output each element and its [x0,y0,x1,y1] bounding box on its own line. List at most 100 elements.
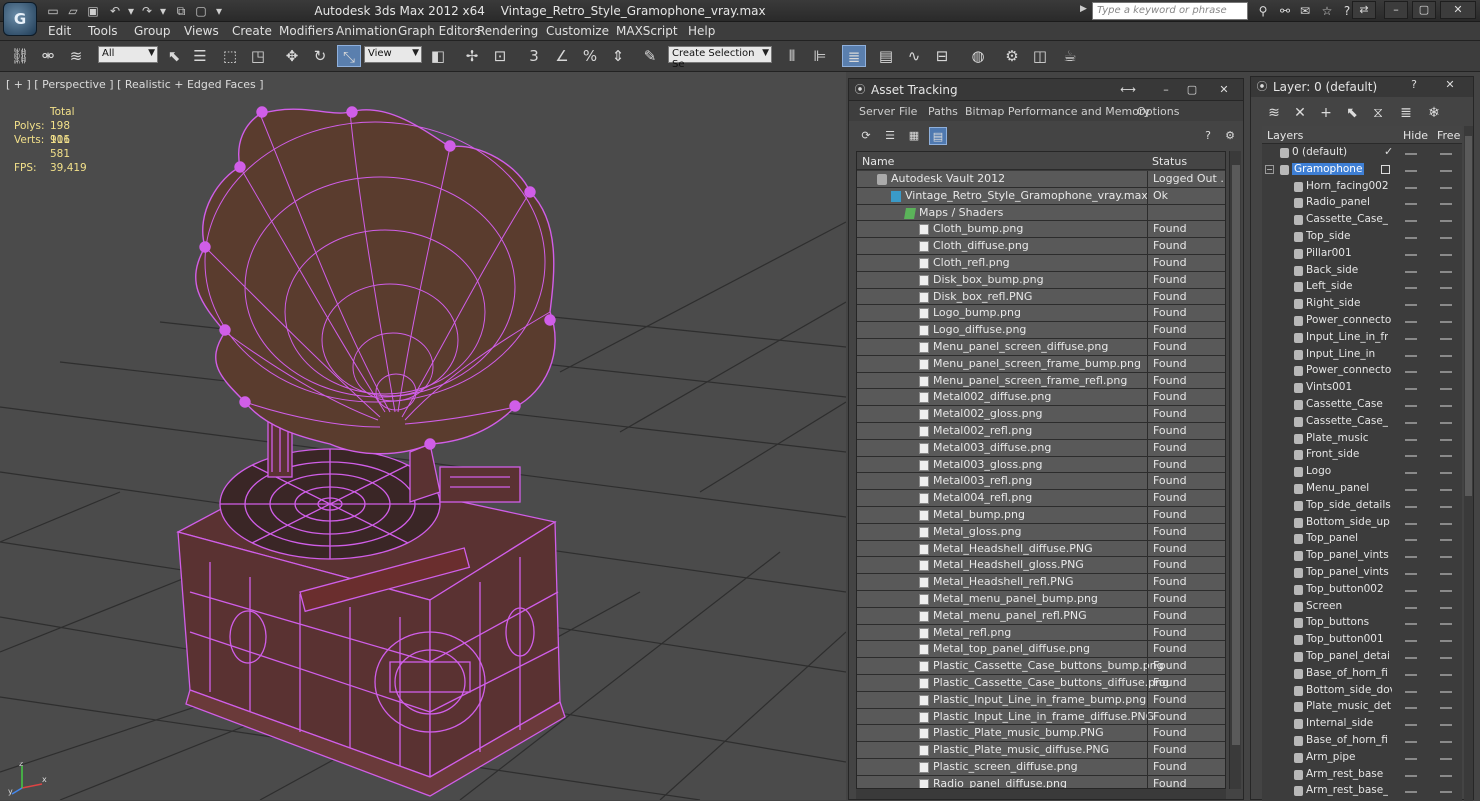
hide-toggle[interactable] [1405,421,1417,424]
freeze-toggle[interactable] [1440,673,1452,676]
asset-row[interactable]: Radio_panel_diffuse.png Found [857,775,1225,788]
scale-icon[interactable]: ⤡ [337,45,361,67]
asset-row[interactable]: Metal_gloss.png Found [857,523,1225,541]
hide-toggle[interactable] [1405,203,1417,206]
reference-coordinate-dropdown[interactable]: View ▼ [364,46,422,63]
close-button[interactable]: ✕ [1440,1,1476,19]
hide-toggle[interactable] [1405,253,1417,256]
spinner-snap-icon[interactable]: ⇕ [606,45,630,67]
hide-toggle[interactable] [1405,304,1417,307]
asset-row[interactable]: Logo_bump.png Found [857,305,1225,323]
layer-manager-titlebar[interactable]: ⦿ Layer: 0 (default) ? ✕ [1251,77,1473,97]
hide-toggle[interactable] [1405,388,1417,391]
column-layers-header[interactable]: Layers [1267,129,1303,142]
layer-item[interactable]: Arm_rest_base [1262,767,1462,784]
layer-item[interactable]: Base_of_horn_fi [1262,666,1462,683]
layer-item[interactable]: Back_side [1262,263,1462,280]
asset-menu-options[interactable]: Options [1137,105,1179,118]
column-hide-header[interactable]: Hide [1403,129,1428,142]
asset-minimize-button[interactable]: – [1157,81,1175,99]
freeze-toggle[interactable] [1440,522,1452,525]
hide-toggle[interactable] [1405,573,1417,575]
bind-space-warp-icon[interactable]: ≋ [64,45,88,67]
hide-toggle[interactable] [1405,640,1417,643]
asset-row[interactable]: Metal_Headshell_gloss.PNG Found [857,557,1225,575]
hide-toggle[interactable] [1405,337,1417,340]
hide-toggle[interactable] [1405,741,1417,743]
render-production-icon[interactable]: ☕ [1058,45,1082,67]
freeze-toggle[interactable] [1440,321,1452,323]
layer-manager-icon[interactable]: ≣ [842,45,866,67]
minimize-button[interactable]: – [1384,1,1408,19]
schematic-view-icon[interactable]: ⊟ [930,45,954,67]
angle-snap-icon[interactable]: ∠ [550,45,574,67]
menu-help[interactable]: Help [688,24,715,38]
asset-row[interactable]: Metal_refl.png Found [857,624,1225,642]
hide-toggle[interactable] [1405,153,1417,155]
hide-toggle[interactable] [1405,673,1417,676]
layer-item[interactable]: Plate_music_det [1262,699,1462,716]
selection-filter-dropdown[interactable]: All ▼ [98,46,158,63]
freeze-toggle[interactable] [1440,556,1452,559]
layer-item[interactable]: Arm_pipe [1262,750,1462,767]
render-setup-icon[interactable]: ⚙ [1000,45,1024,67]
freeze-toggle[interactable] [1440,354,1452,357]
freeze-toggle[interactable] [1440,707,1452,710]
layer-item[interactable]: Vints001 [1262,380,1462,397]
asset-row[interactable]: Disk_box_bump.png Found [857,271,1225,289]
layer-item[interactable]: Internal_side [1262,716,1462,733]
hide-toggle[interactable] [1405,455,1417,458]
freeze-toggle[interactable] [1440,304,1452,307]
layer-item[interactable]: Power_connecto [1262,313,1462,330]
menu-views[interactable]: Views [184,24,219,38]
layer-item[interactable]: Plate_music [1262,431,1462,448]
freeze-toggle[interactable] [1440,220,1452,223]
refresh-icon[interactable]: ⟳ [857,127,875,145]
create-layer-icon[interactable]: ≋ [1263,103,1285,123]
set-current-layer-icon[interactable] [1381,164,1390,174]
search-expand-icon[interactable]: ▶ [1080,4,1090,18]
asset-row[interactable]: Menu_panel_screen_diffuse.png Found [857,339,1225,356]
freeze-toggle[interactable] [1440,253,1452,256]
column-name-header[interactable]: Name [862,155,894,168]
app-logo-icon[interactable]: G [3,2,37,36]
freeze-toggle[interactable] [1440,640,1452,643]
menu-graph-editors[interactable]: Graph Editors [398,24,480,38]
hide-toggle[interactable] [1405,489,1417,491]
layer-item[interactable]: Pillar001 [1262,246,1462,263]
hide-toggle[interactable] [1405,287,1417,290]
layer-item[interactable]: 0 (default) ✓ [1262,145,1462,162]
favorites-star-icon[interactable]: ☆ [1318,3,1336,19]
freeze-toggle[interactable] [1440,539,1452,542]
freeze-toggle[interactable] [1440,388,1452,391]
layer-item[interactable]: Cassette_Case_ [1262,414,1462,431]
asset-options-icon[interactable]: ⚙ [1221,127,1239,145]
freeze-toggle[interactable] [1440,237,1452,239]
asset-vertical-scrollbar[interactable] [1229,151,1241,789]
freeze-toggle[interactable] [1440,270,1452,273]
freeze-toggle[interactable] [1440,438,1452,441]
layer-item[interactable]: Top_buttons [1262,615,1462,632]
layer-item[interactable]: Bottom_side_dov [1262,683,1462,700]
layer-item[interactable]: Bottom_side_up [1262,515,1462,532]
asset-row[interactable]: Metal_top_panel_diffuse.png Found [857,641,1225,659]
layer-item[interactable]: Horn_facing002 [1262,179,1462,196]
hide-toggle[interactable] [1405,791,1417,794]
freeze-toggle[interactable] [1440,153,1452,155]
menu-tools[interactable]: Tools [88,24,118,38]
search-input[interactable]: Type a keyword or phrase [1092,2,1248,20]
highlight-selected-icon[interactable]: ⧖ [1367,103,1389,123]
move-icon[interactable]: ✥ [280,45,304,67]
freeze-toggle[interactable] [1440,489,1452,491]
asset-row[interactable]: Plastic_Input_Line_in_frame_bump.png Foun… [857,691,1225,709]
hide-toggle[interactable] [1405,321,1417,323]
asset-row[interactable]: Plastic_screen_diffuse.png Found [857,759,1225,776]
keyboard-shortcut-override-icon[interactable]: ⊡ [488,45,512,67]
dock-arrows-icon[interactable]: ⟷ [1119,81,1137,99]
layer-item[interactable]: Front_side [1262,447,1462,464]
asset-row[interactable]: Metal_Headshell_diffuse.PNG Found [857,540,1225,558]
layer-item[interactable]: Base_of_horn_fi [1262,733,1462,750]
layer-scrollbar[interactable] [1464,126,1473,801]
graphite-ribbon-icon[interactable]: ▤ [874,45,898,67]
perspective-viewport[interactable]: [ + ] [ Perspective ] [ Realistic + Edge… [0,72,846,800]
